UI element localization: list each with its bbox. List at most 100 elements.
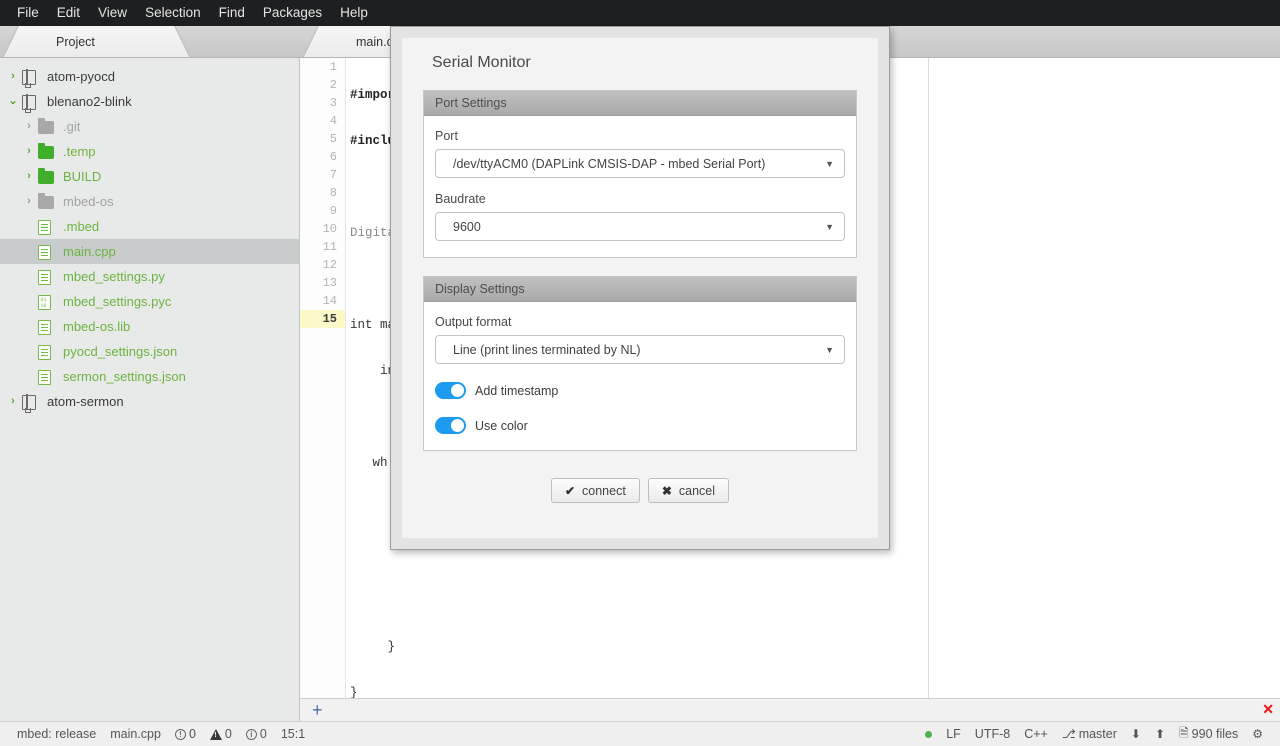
status-build-target[interactable]: mbed: release (10, 727, 103, 741)
tree-item-mbed-settings-pyc[interactable]: mbed_settings.pyc (0, 289, 299, 314)
status-file-name[interactable]: main.cpp (103, 727, 168, 741)
line-number: 4 (329, 114, 337, 128)
use-color-toggle[interactable] (435, 417, 466, 434)
warning-triangle-icon (209, 728, 222, 740)
twisty-spacer (20, 346, 38, 357)
tree-item-label: atom-pyocd (47, 69, 115, 84)
status-sync-indicator[interactable] (918, 730, 939, 738)
status-warning-count[interactable]: 0 (203, 727, 239, 741)
close-icon[interactable]: ✕ (1262, 702, 1274, 716)
output-format-label: Output format (435, 315, 512, 329)
tree-item-pyocd-settings-json[interactable]: pyocd_settings.json (0, 339, 299, 364)
status-file-count[interactable]: 🗎 990 files (1172, 724, 1245, 745)
tree-item-mbed[interactable]: .mbed (0, 214, 299, 239)
status-push-button[interactable]: ⬆ (1148, 727, 1172, 741)
file-icon (38, 269, 56, 285)
connect-button[interactable]: ✔ connect (550, 478, 640, 503)
menu-item-packages[interactable]: Packages (254, 1, 331, 25)
tree-item-label: mbed_settings.py (63, 269, 165, 284)
tree-item-atom-sermon[interactable]: › atom-sermon (0, 389, 299, 414)
display-settings-body: Output format Line (print lines terminat… (424, 302, 856, 450)
tree-item-mbed-settings-py[interactable]: mbed_settings.py (0, 264, 299, 289)
line-number: 11 (322, 240, 337, 254)
chevron-down-icon: ▼ (825, 158, 834, 169)
menu-item-view[interactable]: View (89, 1, 136, 25)
dialog-actions: ✔ connect ✖ cancel (402, 478, 878, 503)
status-git-branch[interactable]: ⎇ master (1055, 727, 1124, 741)
tree-item-build[interactable]: › BUILD (0, 164, 299, 189)
chevron-right-icon[interactable]: › (20, 171, 38, 182)
baudrate-select-value: 9600 (453, 219, 481, 234)
use-color-label: Use color (475, 418, 528, 433)
tree-item-main-cpp[interactable]: main.cpp (0, 239, 299, 264)
add-panel-button[interactable]: + (312, 701, 323, 719)
line-number: 15 (300, 310, 345, 328)
code-text: wh (350, 456, 388, 470)
info-circle-icon: i (245, 728, 257, 740)
project-tree[interactable]: › atom-pyocd ⌄ blenano2-blink › .git › .temp › BU… (0, 58, 300, 721)
folder-icon (38, 142, 56, 160)
sidebar-tabstrip: Project (0, 26, 300, 58)
line-number: 3 (329, 96, 337, 110)
chevron-right-icon[interactable]: › (20, 196, 38, 207)
tree-item-git[interactable]: › .git (0, 114, 299, 139)
tree-item-blenano2-blink[interactable]: ⌄ blenano2-blink (0, 89, 299, 114)
cross-icon: ✖ (661, 483, 672, 498)
tree-item-atom-pyocd[interactable]: › atom-pyocd (0, 64, 299, 89)
chevron-right-icon[interactable]: › (20, 146, 38, 157)
line-number: 1 (329, 60, 337, 74)
output-format-select[interactable]: Line (print lines terminated by NL) ▼ (435, 335, 845, 364)
menu-item-selection[interactable]: Selection (136, 1, 210, 25)
branch-icon: ⎇ (1061, 727, 1076, 741)
tree-item-sermon-settings-json[interactable]: sermon_settings.json (0, 364, 299, 389)
chevron-right-icon[interactable]: › (4, 71, 22, 82)
chevron-right-icon[interactable]: › (4, 396, 22, 407)
twisty-spacer (20, 221, 38, 232)
port-select[interactable]: /dev/ttyACM0 (DAPLink CMSIS-DAP - mbed S… (435, 149, 845, 178)
status-settings-button[interactable]: ⚙ (1245, 727, 1270, 741)
editor-split-divider[interactable] (928, 58, 929, 698)
status-cursor-position[interactable]: 15:1 (274, 727, 312, 741)
cancel-button[interactable]: ✖ cancel (647, 478, 730, 503)
status-grammar[interactable]: C++ (1017, 727, 1055, 741)
tree-item-mbed-os[interactable]: › mbed-os (0, 189, 299, 214)
code-text: int ma (350, 318, 396, 332)
chevron-down-icon[interactable]: ⌄ (4, 96, 22, 107)
add-timestamp-toggle[interactable] (435, 382, 466, 399)
status-bar-left: mbed: release main.cpp ! 0 0 i 0 15:1 (0, 727, 312, 741)
line-number: 6 (329, 150, 337, 164)
menu-item-help[interactable]: Help (331, 1, 377, 25)
toggle-knob (451, 384, 464, 397)
status-error-count[interactable]: ! 0 (168, 727, 203, 741)
tree-item-label: mbed-os (63, 194, 114, 209)
dialog-title: Serial Monitor (432, 54, 531, 71)
app-window: File Edit View Selection Find Packages H… (0, 0, 1280, 746)
folder-grey-icon (38, 117, 56, 135)
menu-item-file[interactable]: File (8, 1, 48, 25)
menu-item-find[interactable]: Find (210, 1, 254, 25)
port-select-value: /dev/ttyACM0 (DAPLink CMSIS-DAP - mbed S… (453, 156, 766, 171)
dialog-body: Serial Monitor Port Settings Port /dev/t… (402, 38, 878, 538)
bottom-panel-strip: + ✕ (300, 698, 1280, 721)
status-info-count[interactable]: i 0 (239, 727, 274, 741)
tree-item-label: .git (63, 119, 81, 134)
folder-grey-icon (38, 192, 56, 210)
tree-item-mbed-os-lib[interactable]: mbed-os.lib (0, 314, 299, 339)
repo-icon (22, 68, 40, 88)
check-icon: ✔ (564, 483, 576, 498)
chevron-right-icon[interactable]: › (20, 121, 38, 132)
status-encoding[interactable]: UTF-8 (968, 727, 1017, 741)
menu-item-edit[interactable]: Edit (48, 1, 89, 25)
status-pull-button[interactable]: ⬇ (1124, 727, 1148, 741)
code-text: Digita (350, 226, 396, 240)
repo-icon (22, 393, 40, 413)
status-warning-value: 0 (224, 727, 232, 741)
tree-item-temp[interactable]: › .temp (0, 139, 299, 164)
tab-project[interactable]: Project (22, 26, 172, 57)
status-branch-name: master (1078, 727, 1117, 741)
toggle-knob (451, 419, 464, 432)
baudrate-select[interactable]: 9600 ▼ (435, 212, 845, 241)
status-line-ending[interactable]: LF (939, 727, 968, 741)
line-number: 7 (329, 168, 337, 182)
